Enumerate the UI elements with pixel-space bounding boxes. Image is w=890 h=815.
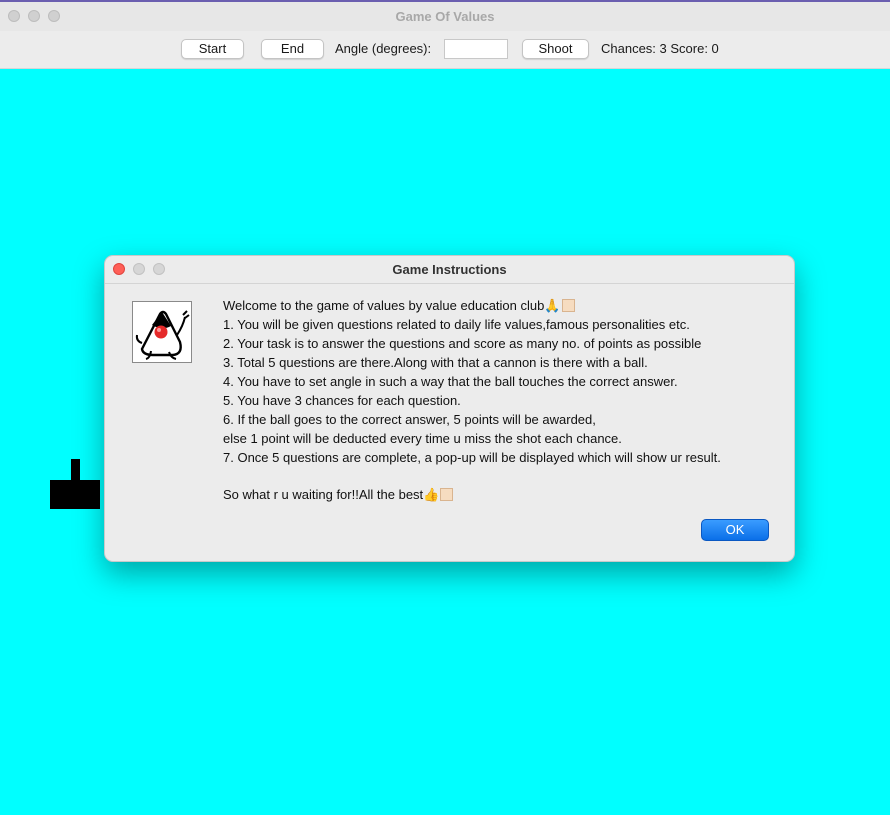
dialog-title-bar: Game Instructions	[105, 256, 794, 284]
dialog-title: Game Instructions	[392, 262, 507, 277]
instruction-line: else 1 point will be deducted every time…	[223, 431, 622, 446]
instructions-message: Welcome to the game of values by value e…	[223, 296, 783, 504]
shoot-button[interactable]: Shoot	[522, 39, 589, 59]
instruction-line: 1. You will be given questions related t…	[223, 317, 690, 332]
instruction-line: 5. You have 3 chances for each question.	[223, 393, 461, 408]
welcome-line: Welcome to the game of values by value e…	[223, 296, 783, 315]
instruction-line: 7. Once 5 questions are complete, a pop-…	[223, 450, 721, 465]
title-bar: Game Of Values	[0, 0, 890, 31]
instruction-line: 2. Your task is to answer the questions …	[223, 336, 702, 351]
angle-input[interactable]	[444, 39, 508, 59]
game-window: Game Of Values Start End Angle (degrees)…	[0, 0, 890, 815]
instructions-dialog: Game Instructions Welcome to the game of…	[104, 255, 795, 562]
window-title: Game Of Values	[395, 9, 495, 24]
java-duke-icon	[132, 301, 192, 363]
instruction-line: 6. If the ball goes to the correct answe…	[223, 412, 596, 427]
instruction-line: 3. Total 5 questions are there.Along wit…	[223, 355, 648, 370]
chances-score-status: Chances: 3 Score: 0	[601, 41, 719, 56]
control-toolbar: Start End Angle (degrees): Shoot Chances…	[0, 31, 890, 69]
ok-button[interactable]: OK	[701, 519, 769, 541]
closing-line: So what r u waiting for!!All the best👍	[223, 485, 783, 504]
instruction-line: 4. You have to set angle in such a way t…	[223, 374, 678, 389]
emoji-placeholder-icon	[561, 299, 575, 312]
emoji-placeholder-icon	[440, 488, 454, 501]
angle-label: Angle (degrees):	[335, 41, 432, 56]
start-button[interactable]: Start	[181, 39, 244, 59]
cannon-body	[50, 480, 100, 509]
cannon-barrel	[71, 459, 80, 481]
end-button[interactable]: End	[261, 39, 324, 59]
